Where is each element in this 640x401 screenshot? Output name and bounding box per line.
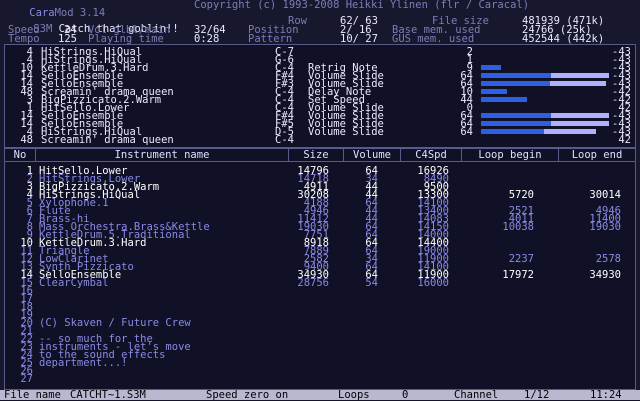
channel-volume-bar-peak	[544, 129, 596, 134]
channel-volume-bar	[481, 89, 507, 94]
speed-zero-text: Speed zero on	[206, 389, 289, 401]
instrument-row[interactable]: 18	[5, 302, 635, 313]
instrument-loop-begin: 17972	[502, 269, 534, 281]
loops-value: 0	[402, 389, 409, 401]
gus-mem-label: GUS mem. used	[392, 33, 475, 45]
tempo-value: 125	[58, 33, 77, 45]
play-time-value: 0:28	[194, 33, 220, 45]
clock: 11:24	[590, 389, 622, 401]
channel-volume-bar-peak	[551, 121, 609, 126]
channel-volume-bar	[481, 65, 501, 70]
instrument-volume: 54	[365, 277, 378, 289]
instrument-loop-end: 2578	[595, 253, 621, 265]
channel-instrument-name: Screamin' drama queen	[41, 134, 174, 146]
instrument-row[interactable]: 15 ClearCymbal 28756 54 16000	[5, 277, 635, 289]
status-bar: File name CATCHT~1.S3M Speed zero on Loo…	[0, 390, 640, 400]
instrument-row[interactable]: 26	[5, 366, 635, 377]
instrument-table: No Instrument name Size Volume C4Spd Loo…	[4, 148, 636, 390]
gus-mem-value: 452544 (442k)	[522, 33, 605, 45]
col-header-size[interactable]: Size	[289, 149, 344, 161]
instrument-number: 27	[20, 373, 33, 385]
file-name-value: CATCHT~1.S3M	[70, 389, 146, 401]
col-header-c4spd[interactable]: C4Spd	[401, 149, 462, 161]
instrument-row[interactable]: 20 (C) Skaven / Future Crew	[5, 317, 635, 329]
channel-note: C-4	[275, 134, 294, 146]
instrument-row[interactable]: 17	[5, 294, 635, 305]
pattern-label: Pattern	[248, 33, 293, 45]
loops-label: Loops	[338, 389, 370, 401]
instrument-name: (C) Skaven / Future Crew	[39, 317, 191, 329]
channel-volume-bar	[481, 97, 527, 102]
pattern-value: 10/ 27	[340, 33, 378, 45]
instrument-c4spd: 16000	[417, 277, 449, 289]
channel-value: 1/12	[524, 389, 550, 401]
instrument-name: ClearCymbal	[39, 277, 109, 289]
channel-volume-bar-peak	[551, 113, 609, 118]
instrument-loop-end: 19030	[589, 221, 621, 233]
instrument-row[interactable]: 27	[5, 373, 635, 385]
tempo-label: Tempo	[8, 33, 40, 45]
instrument-loop-end: 34930	[589, 269, 621, 281]
col-header-loop-begin[interactable]: Loop begin	[462, 149, 559, 161]
channel-effect: Volume Slide	[308, 126, 384, 138]
channel-label: Channel	[454, 389, 499, 401]
channel-instrument-number: 48	[20, 134, 33, 146]
copyright-text: Copyright (c) 1993-2008 Heikki Ylinen (f…	[194, 0, 530, 11]
channel-row[interactable]: 48 Screamin' drama queen C-4 42	[5, 134, 635, 146]
instrument-row[interactable]: 25 department...!	[5, 357, 635, 369]
instrument-loop-begin: 5720	[508, 189, 534, 201]
channel-volume-bar-peak	[550, 81, 606, 86]
channel-panning: 42	[618, 134, 631, 146]
instrument-row[interactable]: 16	[5, 286, 635, 297]
cara-mod-screen: CaraMod 3.14 Copyright (c) 1993-2008 Hei…	[0, 0, 640, 400]
instrument-table-header: No Instrument name Size Volume C4Spd Loo…	[5, 149, 635, 162]
col-header-no[interactable]: No	[5, 149, 36, 161]
instrument-name: department...!	[39, 357, 128, 369]
channel-volume-bar-peak	[551, 73, 609, 78]
play-time-label: Playing time	[88, 33, 164, 45]
instrument-size: 28756	[297, 277, 329, 289]
col-header-volume[interactable]: Volume	[344, 149, 401, 161]
instrument-loop-begin: 10038	[502, 221, 534, 233]
channel-volume: 64	[460, 126, 473, 138]
instrument-loop-end: 30014	[589, 189, 621, 201]
file-name-label: File name	[4, 389, 61, 401]
instrument-loop-begin: 2237	[508, 253, 534, 265]
col-header-loop-end[interactable]: Loop end	[559, 149, 635, 161]
channel-panel: 4 HiStrings.HiQual C-7 2 -43 4 HiStrings.HiQua…	[4, 44, 636, 148]
col-header-instrument-name[interactable]: Instrument name	[36, 149, 289, 161]
